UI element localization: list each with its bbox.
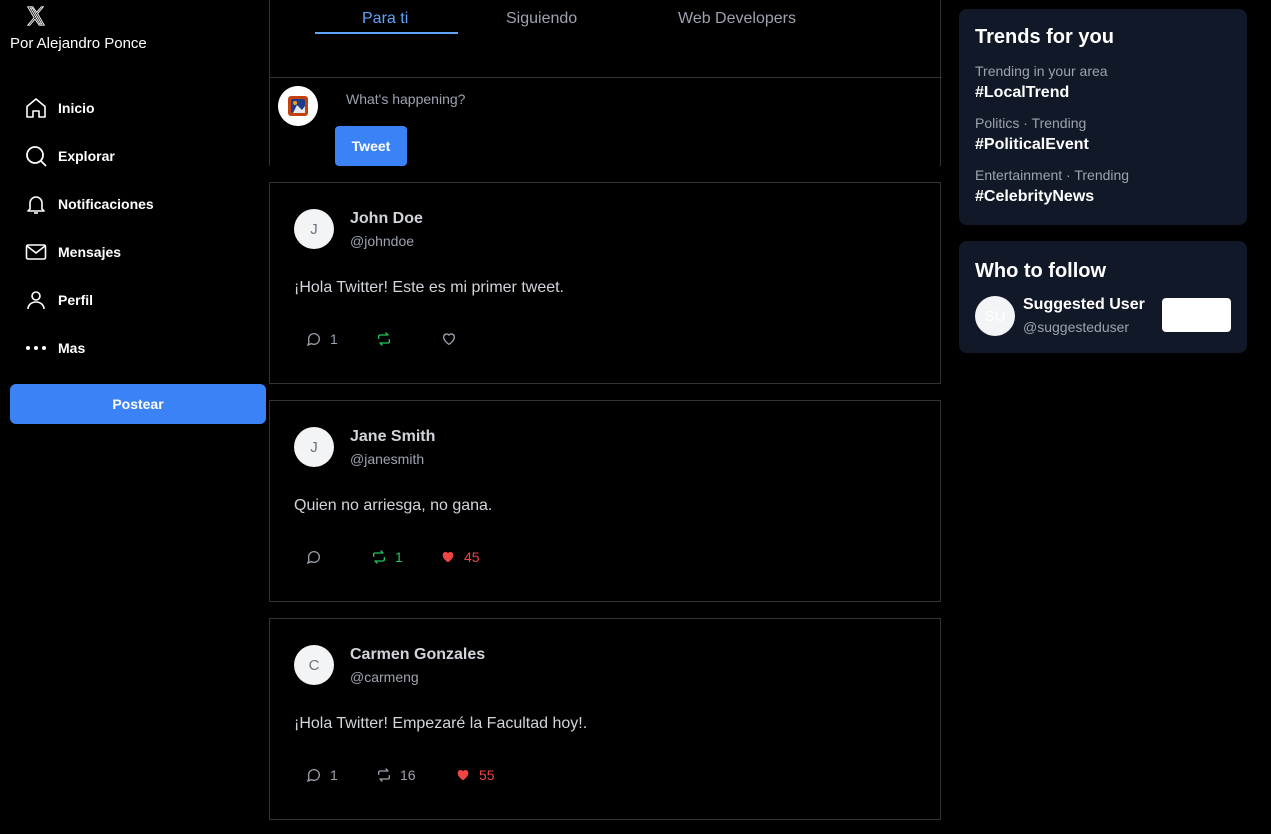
composer-avatar[interactable] bbox=[278, 86, 318, 126]
trends-panel: Trends for you Trending in your area #Lo… bbox=[959, 9, 1247, 225]
trend-tag[interactable]: #PoliticalEvent bbox=[975, 136, 1089, 154]
trend-meta: Politics · Trending bbox=[975, 115, 1087, 131]
like-count: 55 bbox=[479, 767, 495, 783]
retweet-icon bbox=[378, 332, 390, 346]
reply-icon bbox=[306, 551, 320, 565]
like-button[interactable]: 55 bbox=[455, 767, 495, 783]
bell-icon bbox=[27, 196, 45, 214]
nav-item-mensajes[interactable]: Mensajes bbox=[24, 228, 154, 276]
user-icon bbox=[27, 291, 45, 310]
tab-siguiendo[interactable]: Siguiendo bbox=[506, 10, 577, 28]
reply-icon bbox=[306, 333, 320, 347]
trend-meta: Trending in your area bbox=[975, 63, 1108, 79]
tweet-author-name[interactable]: Carmen Gonzales bbox=[350, 646, 485, 664]
mail-icon bbox=[25, 244, 47, 260]
tweet-author-name[interactable]: Jane Smith bbox=[350, 428, 435, 446]
trend-meta: Entertainment · Trending bbox=[975, 167, 1130, 183]
retweet-button[interactable]: 1 bbox=[371, 549, 403, 565]
tweet-actions: 1 45 bbox=[306, 549, 606, 569]
tweet-card: J John Doe @johndoe ¡Hola Twitter! Este … bbox=[269, 182, 941, 384]
search-icon bbox=[26, 146, 47, 167]
like-count: 45 bbox=[464, 549, 480, 565]
trends-title: Trends for you bbox=[975, 26, 1114, 48]
retweet-count: 1 bbox=[395, 549, 403, 565]
who-to-follow-title: Who to follow bbox=[975, 260, 1107, 282]
nav-label: Inicio bbox=[58, 100, 95, 116]
tweet-author-handle: @carmeng bbox=[350, 669, 419, 685]
tweet-button[interactable]: Tweet bbox=[335, 126, 407, 166]
nav-label: Explorar bbox=[58, 148, 115, 164]
nav-label: Mas bbox=[58, 340, 86, 356]
left-sidebar: Por Alejandro Ponce Inicio Explorar Noti… bbox=[0, 0, 269, 834]
retweet-button[interactable]: 16 bbox=[376, 767, 416, 783]
heart-icon bbox=[457, 770, 469, 781]
nav-item-perfil[interactable]: Perfil bbox=[24, 276, 154, 324]
retweet-button[interactable] bbox=[376, 331, 400, 347]
suggested-user-handle: @suggesteduser bbox=[1023, 319, 1130, 335]
like-button[interactable] bbox=[441, 331, 465, 347]
reply-count: 1 bbox=[330, 767, 338, 783]
retweet-count: 16 bbox=[400, 767, 416, 783]
x-logo-icon[interactable] bbox=[25, 5, 47, 27]
trend-tag[interactable]: #CelebrityNews bbox=[975, 188, 1094, 206]
avatar[interactable]: J bbox=[294, 427, 334, 467]
follow-button[interactable] bbox=[1162, 298, 1231, 332]
reply-button[interactable]: 1 bbox=[306, 331, 338, 347]
tweet-text: Quien no arriesga, no gana. bbox=[294, 497, 493, 514]
avatar[interactable]: SU bbox=[975, 296, 1015, 336]
avatar[interactable]: J bbox=[294, 209, 334, 249]
retweet-icon bbox=[378, 768, 390, 782]
byline: Por Alejandro Ponce bbox=[10, 35, 147, 52]
heart-icon bbox=[442, 552, 454, 563]
reply-count: 1 bbox=[330, 331, 338, 347]
home-icon bbox=[26, 98, 46, 118]
nav-item-notificaciones[interactable]: Notificaciones bbox=[24, 180, 154, 228]
retweet-icon bbox=[373, 550, 385, 564]
feed-header: Para ti Siguiendo Web Developers Tweet bbox=[269, 0, 942, 166]
nav-label: Perfil bbox=[58, 292, 94, 308]
tweet-card: C Carmen Gonzales @carmeng ¡Hola Twitter… bbox=[269, 618, 941, 820]
nav-label: Mensajes bbox=[58, 244, 122, 260]
tab-web-developers[interactable]: Web Developers bbox=[678, 10, 796, 28]
trend-tag[interactable]: #LocalTrend bbox=[975, 84, 1069, 102]
active-tab-indicator bbox=[315, 32, 458, 34]
tweet-author-handle: @johndoe bbox=[350, 233, 415, 249]
nav-item-inicio[interactable]: Inicio bbox=[24, 84, 154, 132]
main-nav: Inicio Explorar Notificaciones Mensajes … bbox=[24, 84, 154, 372]
nav-label: Notificaciones bbox=[58, 196, 154, 212]
tweet-author-handle: @janesmith bbox=[350, 451, 425, 467]
nav-item-mas[interactable]: Mas bbox=[24, 324, 154, 372]
avatar[interactable]: C bbox=[294, 645, 334, 685]
tweet-text: ¡Hola Twitter! Este es mi primer tweet. bbox=[294, 279, 564, 296]
main-feed: Para ti Siguiendo Web Developers Tweet J… bbox=[269, 0, 942, 834]
who-to-follow-panel: Who to follow SU Suggested User @suggest… bbox=[959, 241, 1247, 353]
tab-para-ti[interactable]: Para ti bbox=[362, 10, 408, 28]
tweet-actions: 1 bbox=[306, 331, 606, 351]
reply-button[interactable] bbox=[306, 549, 330, 565]
tweet-author-name[interactable]: John Doe bbox=[350, 210, 423, 228]
tweet-actions: 1 16 55 bbox=[306, 767, 606, 787]
heart-icon bbox=[442, 333, 456, 346]
tweet-text: ¡Hola Twitter! Empezaré la Facultad hoy!… bbox=[294, 715, 588, 732]
reply-icon bbox=[306, 769, 320, 783]
post-button[interactable]: Postear bbox=[10, 384, 266, 424]
suggested-user-name[interactable]: Suggested User bbox=[1023, 296, 1145, 314]
compose-input[interactable] bbox=[346, 88, 906, 110]
reply-button[interactable]: 1 bbox=[306, 767, 338, 783]
feed-tabs: Para ti Siguiendo Web Developers bbox=[270, 0, 942, 78]
nav-item-explorar[interactable]: Explorar bbox=[24, 132, 154, 180]
like-button[interactable]: 45 bbox=[440, 549, 480, 565]
avatar-image bbox=[278, 86, 318, 126]
more-icon bbox=[26, 346, 46, 350]
tweet-card: J Jane Smith @janesmith Quien no arriesg… bbox=[269, 400, 941, 602]
